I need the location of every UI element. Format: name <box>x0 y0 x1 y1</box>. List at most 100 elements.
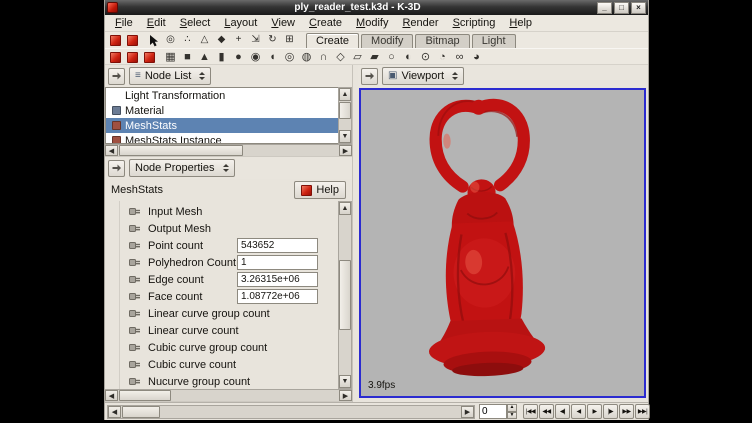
scrollbar-thumb[interactable] <box>339 260 351 330</box>
bicubic-patch-button[interactable]: ▰ <box>366 50 383 65</box>
prev-frame-button[interactable]: ◀| <box>555 404 570 419</box>
property-plug-icon[interactable] <box>129 275 145 284</box>
scroll-left-icon[interactable]: ◀ <box>105 145 118 156</box>
go-start-button[interactable]: |◀◀ <box>523 404 538 419</box>
paraboloid-button[interactable]: ∩ <box>315 50 332 65</box>
menu-create[interactable]: Create <box>302 16 349 31</box>
property-plug-icon[interactable] <box>129 292 145 301</box>
viewport-pane-selector[interactable]: ▣ Viewport <box>382 67 464 85</box>
menu-help[interactable]: Help <box>502 16 539 31</box>
next-frame-button[interactable]: |▶ <box>603 404 618 419</box>
minimize-button[interactable]: _ <box>597 2 612 14</box>
poly-hemisphere-button[interactable]: ◖ <box>264 50 281 65</box>
maximize-button[interactable]: □ <box>614 2 629 14</box>
tab-create[interactable]: Create <box>306 33 359 48</box>
select-edges-button[interactable]: △ <box>196 33 213 48</box>
scrollbar-thumb[interactable] <box>122 406 160 418</box>
node-list-vertical-scrollbar[interactable]: ▲ ▼ <box>338 87 352 144</box>
property-value-field[interactable] <box>237 238 318 253</box>
lissajous-curve-button[interactable]: ∞ <box>451 50 468 65</box>
buddha-model[interactable] <box>394 93 572 379</box>
property-plug-icon[interactable] <box>129 326 145 335</box>
menu-scripting[interactable]: Scripting <box>446 16 503 31</box>
properties-vertical-scrollbar[interactable]: ▲ ▼ <box>338 201 352 389</box>
prev-key-button[interactable]: ◀◀ <box>539 404 554 419</box>
property-value-field[interactable] <box>237 255 318 270</box>
viewport-3d[interactable]: 3.9fps <box>359 88 646 398</box>
scrollbar-thumb[interactable] <box>339 102 351 119</box>
menu-modify[interactable]: Modify <box>349 16 395 31</box>
timeline-scrollbar[interactable]: ◀ ▶ <box>107 405 475 419</box>
poly-cube-button[interactable]: ■ <box>179 50 196 65</box>
node-list-item[interactable]: MeshStats Instance <box>106 133 338 144</box>
helix-curve-button[interactable]: ◕ <box>468 50 485 65</box>
nurbs-torus-button[interactable]: ⊙ <box>417 50 434 65</box>
close-button[interactable]: × <box>631 2 646 14</box>
poly-cylinder-button[interactable]: ▮ <box>213 50 230 65</box>
scroll-left-icon[interactable]: ◀ <box>108 406 121 418</box>
menu-view[interactable]: View <box>264 16 302 31</box>
go-end-button[interactable]: ▶▶| <box>635 404 650 419</box>
property-plug-icon[interactable] <box>129 258 145 267</box>
menu-select[interactable]: Select <box>173 16 218 31</box>
new-document-button[interactable] <box>107 33 124 48</box>
poly-disk-button[interactable]: ● <box>230 50 247 65</box>
nurbs-sphere-button[interactable]: ◐ <box>400 50 417 65</box>
property-plug-icon[interactable] <box>129 360 145 369</box>
select-nodes-button[interactable]: ◎ <box>162 33 179 48</box>
nurbs-arc-button[interactable]: ◔ <box>434 50 451 65</box>
undo-button[interactable] <box>124 50 141 65</box>
menu-file[interactable]: File <box>108 16 140 31</box>
frame-number-input[interactable] <box>479 404 507 419</box>
scroll-right-icon[interactable]: ▶ <box>461 406 474 418</box>
properties-horizontal-scrollbar[interactable]: ◀ ▶ <box>105 389 352 402</box>
scroll-up-icon[interactable]: ▲ <box>339 88 351 101</box>
menu-render[interactable]: Render <box>395 16 445 31</box>
tab-modify[interactable]: Modify <box>361 34 413 48</box>
titlebar[interactable]: ply_reader_test.k3d - K-3D _ □ × <box>105 0 648 15</box>
open-document-button[interactable] <box>124 33 141 48</box>
scroll-left-icon[interactable]: ◀ <box>105 390 118 401</box>
scroll-down-icon[interactable]: ▼ <box>339 130 351 143</box>
select-faces-button[interactable]: ◆ <box>213 33 230 48</box>
scroll-down-icon[interactable]: ▼ <box>339 375 351 388</box>
tab-light[interactable]: Light <box>472 34 516 48</box>
node-list-item[interactable]: Light Transformation <box>106 88 338 103</box>
scrollbar-thumb[interactable] <box>119 145 243 156</box>
node-list-horizontal-scrollbar[interactable]: ◀ ▶ <box>105 144 352 157</box>
node-properties-pane-selector[interactable]: Node Properties <box>129 159 235 177</box>
poly-cone-button[interactable]: ▲ <box>196 50 213 65</box>
move-tool-button[interactable]: ⇲ <box>247 33 264 48</box>
redo-button[interactable] <box>141 50 158 65</box>
scroll-up-icon[interactable]: ▲ <box>339 202 351 215</box>
property-value-field[interactable] <box>237 272 318 287</box>
menu-edit[interactable]: Edit <box>140 16 173 31</box>
play-button[interactable]: ▶ <box>587 404 602 419</box>
pin-node-properties-button[interactable] <box>108 160 125 177</box>
poly-grid-button[interactable]: ▦ <box>162 50 179 65</box>
scroll-right-icon[interactable]: ▶ <box>339 145 352 156</box>
property-plug-icon[interactable] <box>129 309 145 318</box>
scroll-right-icon[interactable]: ▶ <box>339 390 352 401</box>
node-list-item[interactable]: Material <box>106 103 338 118</box>
play-reverse-button[interactable]: ◀ <box>571 404 586 419</box>
select-points-button[interactable]: ∴ <box>179 33 196 48</box>
node-list-pane-selector[interactable]: ≡ Node List <box>129 67 211 85</box>
select-tool-button[interactable] <box>145 33 162 48</box>
scrollbar-thumb[interactable] <box>119 390 171 401</box>
frame-up-icon[interactable]: ▲ <box>507 404 517 412</box>
property-plug-icon[interactable] <box>129 207 145 216</box>
menu-layout[interactable]: Layout <box>217 16 264 31</box>
next-key-button[interactable]: ▶▶ <box>619 404 634 419</box>
property-value-field[interactable] <box>237 289 318 304</box>
node-list-item[interactable]: MeshStats <box>106 118 338 133</box>
property-plug-icon[interactable] <box>129 343 145 352</box>
scale-tool-button[interactable]: ⊞ <box>281 33 298 48</box>
nurbs-circle-button[interactable]: ○ <box>383 50 400 65</box>
pin-node-list-button[interactable] <box>108 68 125 85</box>
poly-sphere-button[interactable]: ◉ <box>247 50 264 65</box>
poly-icosahedron-button[interactable]: ◍ <box>298 50 315 65</box>
help-button[interactable]: Help <box>294 181 346 199</box>
snap-tool-button[interactable]: + <box>230 33 247 48</box>
save-document-button[interactable] <box>107 50 124 65</box>
